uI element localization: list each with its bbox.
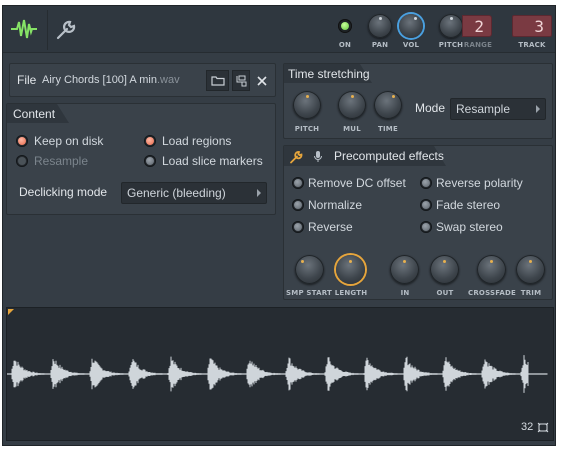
wrench-icon[interactable] <box>288 149 304 164</box>
file-name: Airy Chords [100] A min.wav <box>42 74 180 86</box>
swap-stereo-radio[interactable] <box>420 221 432 233</box>
crossfade-knob[interactable] <box>477 255 506 284</box>
stretch-time-knob[interactable] <box>374 91 402 119</box>
stretch-mode-value: Resample <box>456 102 511 116</box>
sampler-channel-window: ON PAN VOL PITCH 2 RANGE 3 TRACK File Ai… <box>2 5 556 446</box>
stretch-pitch-knob[interactable] <box>293 91 321 119</box>
browse-file-button[interactable] <box>232 70 250 91</box>
smp-start-label: SMP START <box>286 289 332 297</box>
volume-knob[interactable] <box>399 14 423 38</box>
pitch-range-display[interactable]: 2 <box>462 15 492 37</box>
fade-stereo-label[interactable]: Fade stereo <box>436 198 500 212</box>
load-regions-label[interactable]: Load regions <box>162 134 231 148</box>
reverse-polarity-label[interactable]: Reverse polarity <box>436 176 523 190</box>
in-knob[interactable] <box>390 255 419 284</box>
precomputed-effects-title: Precomputed effects <box>334 149 444 163</box>
keep-on-disk-label[interactable]: Keep on disk <box>34 134 103 148</box>
resample-radio <box>16 155 28 167</box>
keep-on-disk-radio[interactable] <box>16 135 28 147</box>
on-label: ON <box>338 41 352 49</box>
file-label: File <box>17 73 37 87</box>
waveform-logo-icon <box>11 18 37 40</box>
precomputed-effects-panel: Precomputed effects Remove DC offset Rev… <box>283 145 553 300</box>
wrench-icon[interactable] <box>53 18 79 42</box>
stretch-mode-select[interactable]: Resample <box>450 98 546 120</box>
range-value: 2 <box>474 17 484 36</box>
browse-tree-icon <box>236 75 247 86</box>
microphone-icon[interactable] <box>312 149 324 164</box>
track-value: 3 <box>534 17 544 36</box>
open-file-button[interactable] <box>206 70 229 91</box>
stretch-mul-knob[interactable] <box>338 91 366 119</box>
smp-start-knob[interactable] <box>295 255 324 284</box>
reverse-label[interactable]: Reverse <box>308 220 353 234</box>
stretch-pitch-label: PITCH <box>294 125 320 133</box>
mode-label: Mode <box>415 101 446 115</box>
fade-stereo-radio[interactable] <box>420 199 432 211</box>
chevron-right-icon <box>257 189 261 197</box>
pitch-label: PITCH <box>438 41 464 49</box>
channel-on-toggle[interactable] <box>338 19 352 33</box>
swap-stereo-label[interactable]: Swap stereo <box>436 220 503 234</box>
track-label: TRACK <box>518 41 546 49</box>
time-stretching-panel: Time stretching PITCH MUL TIME Mode Resa… <box>283 63 553 139</box>
channel-header: ON PAN VOL PITCH 2 RANGE 3 TRACK <box>3 6 555 53</box>
remove-dc-offset-radio[interactable] <box>292 177 304 189</box>
pan-knob[interactable] <box>368 14 392 38</box>
waveform-graph <box>7 355 548 393</box>
declicking-mode-label: Declicking mode <box>19 185 108 199</box>
vol-label: VOL <box>402 41 420 49</box>
load-slice-markers-radio[interactable] <box>144 155 156 167</box>
remove-dc-offset-label[interactable]: Remove DC offset <box>308 176 406 190</box>
content-panel: Content Keep on disk Load regions Resamp… <box>6 103 276 215</box>
declicking-mode-select[interactable]: Generic (bleeding) <box>121 182 267 204</box>
load-slice-markers-label[interactable]: Load slice markers <box>162 154 263 168</box>
trim-label: TRIM <box>520 289 542 297</box>
content-title: Content <box>13 107 56 121</box>
pan-label: PAN <box>371 41 389 49</box>
file-panel: File Airy Chords [100] A min.wav <box>9 63 276 97</box>
zoom-value: 32 <box>521 421 534 433</box>
close-file-button[interactable] <box>253 71 271 91</box>
stretch-time-label: TIME <box>378 125 398 133</box>
track-display[interactable]: 3 <box>512 15 552 37</box>
waveform-display[interactable]: 32 <box>6 307 554 441</box>
fit-view-icon[interactable] <box>537 422 549 433</box>
trim-knob[interactable] <box>516 255 545 284</box>
normalize-label[interactable]: Normalize <box>308 198 362 212</box>
time-stretching-title: Time stretching <box>288 67 370 81</box>
close-icon <box>257 76 267 86</box>
out-label: OUT <box>436 289 454 297</box>
normalize-radio[interactable] <box>292 199 304 211</box>
reverse-polarity-radio[interactable] <box>420 177 432 189</box>
load-regions-radio[interactable] <box>144 135 156 147</box>
length-label: LENGTH <box>334 289 368 297</box>
range-label: RANGE <box>463 41 493 49</box>
pitch-knob[interactable] <box>439 14 463 38</box>
declicking-mode-value: Generic (bleeding) <box>127 186 226 200</box>
out-knob[interactable] <box>430 255 459 284</box>
folder-icon <box>210 76 225 86</box>
stretch-mul-label: MUL <box>343 125 361 133</box>
resample-label: Resample <box>34 154 89 168</box>
reverse-radio[interactable] <box>292 221 304 233</box>
waveform-trace <box>7 355 548 393</box>
chevron-right-icon <box>536 105 540 113</box>
length-knob[interactable] <box>336 255 365 284</box>
